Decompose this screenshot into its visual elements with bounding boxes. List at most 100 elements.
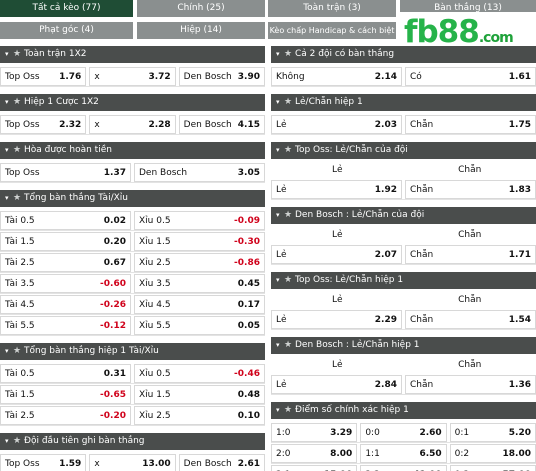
odds-cell[interactable]: Top Oss 2.32 [0,115,87,134]
odds-cell[interactable]: Tài 0.5 0.02 [0,211,131,230]
odds-cell[interactable]: 1:1 6.50 [360,444,447,463]
odds-cell[interactable]: Den Bosch 4.15 [178,115,265,134]
chevron-down-icon[interactable]: ▾ [5,433,13,450]
odds-cell[interactable]: Chẵn 1.83 [405,180,536,199]
chevron-down-icon[interactable]: ▾ [5,190,13,207]
odds-cell[interactable]: Den Bosch 3.90 [178,67,265,86]
tab-handicap[interactable]: Kèo chấp Handicap & cách biệt (3) [268,22,396,52]
odds-cell[interactable]: Tài 2.5 0.67 [0,253,131,272]
star-icon[interactable]: ★ [13,46,24,63]
odds-value: -0.65 [100,389,126,400]
odds-cell[interactable]: 0:357.00 [449,465,536,471]
market-header[interactable]: ▾ ★ Đội đầu tiên ghi bàn thắng [0,433,265,450]
market-header[interactable]: ▾ ★ Điểm số chính xác hiệp 1 [271,402,536,419]
chevron-down-icon[interactable]: ▾ [276,272,284,289]
odds-cell[interactable]: Lẻ 2.84 [271,375,402,394]
chevron-down-icon[interactable]: ▾ [276,46,284,63]
odds-cell[interactable]: Tài 5.5 -0.12 [0,316,131,335]
star-icon[interactable]: ★ [284,46,295,63]
tab-all[interactable]: Tất cả kèo (77) [0,0,133,17]
market-header[interactable]: ▾ ★ Top Oss: Lẻ/Chẵn của đội [271,142,536,159]
market-header[interactable]: ▾ ★ Hiệp 1 Cược 1X2 [0,94,265,111]
chevron-down-icon[interactable]: ▾ [276,402,284,419]
chevron-down-icon[interactable]: ▾ [5,46,13,63]
tab-main[interactable]: Chính (25) [137,0,265,17]
star-icon[interactable]: ★ [284,272,295,289]
odds-cell[interactable]: x 2.28 [89,115,176,134]
odds-cell[interactable]: Chẵn 1.75 [405,115,536,134]
chevron-down-icon[interactable]: ▾ [5,94,13,111]
odds-cell[interactable]: Xỉu 4.5 0.17 [134,295,265,314]
market-header[interactable]: ▾ ★ Top Oss: Lẻ/Chẵn hiệp 1 [271,272,536,289]
market-section: ▾ ★ Tổng bàn thắng hiệp 1 Tài/Xỉu Tài 0.5 0.… [0,343,265,426]
chevron-down-icon[interactable]: ▾ [5,142,13,159]
odds-cell[interactable]: Không 2.14 [271,67,402,86]
odds-cell[interactable]: Xỉu 1.5 -0.30 [134,232,265,251]
column-header: Lẻ [331,165,343,175]
odds-cell[interactable]: Xỉu 5.5 0.05 [134,316,265,335]
odds-cell[interactable]: Lẻ 1.92 [271,180,402,199]
odds-cell[interactable]: 0:1 5.20 [449,423,536,442]
odds-cell[interactable]: Lẻ 2.29 [271,310,402,329]
odds-cell[interactable]: Tài 3.5 -0.60 [0,274,131,293]
star-icon[interactable]: ★ [13,190,24,207]
market-header[interactable]: ▾ ★ Lẻ/Chẵn hiệp 1 [271,94,536,111]
odds-cell[interactable]: Tài 4.5 -0.26 [0,295,131,314]
odds-cell[interactable]: 2:115.00 [271,465,358,471]
market-header[interactable]: ▾ ★ Toàn trận 1X2 [0,46,265,63]
odds-cell[interactable]: Tài 1.5 -0.65 [0,385,131,404]
odds-cell[interactable]: Xỉu 1.5 0.48 [134,385,265,404]
star-icon[interactable]: ★ [284,402,295,419]
market-header[interactable]: ▾ ★ Den Bosch : Lẻ/Chẵn của đội [271,207,536,224]
odds-cell[interactable]: 0:0 2.60 [360,423,447,442]
odds-cell[interactable]: Chẵn 1.36 [405,375,536,394]
market-header[interactable]: ▾ ★ Tổng bàn thắng Tài/Xỉu [0,190,265,207]
market-header[interactable]: ▾ ★ Cả 2 đội có bàn thắng [271,46,536,63]
odds-cell[interactable]: Chẵn 1.71 [405,245,536,264]
odds-cell[interactable]: Top Oss 1.37 [0,163,131,182]
tab-half[interactable]: Hiệp (14) [137,22,265,39]
star-icon[interactable]: ★ [284,337,295,354]
odds-cell[interactable]: Top Oss 1.76 [0,67,87,86]
star-icon[interactable]: ★ [13,94,24,111]
odds-cell[interactable]: x 13.00 [89,454,176,471]
market-header[interactable]: ▾ ★ Hòa được hoàn tiền [0,142,265,159]
odds-cell[interactable]: 2:0 8.00 [271,444,358,463]
star-icon[interactable]: ★ [13,433,24,450]
odds-cell[interactable]: Tài 0.5 0.31 [0,364,131,383]
chevron-down-icon[interactable]: ▾ [276,142,284,159]
odds-cell[interactable]: Den Bosch 2.61 [178,454,265,471]
odds-cell[interactable]: Xỉu 0.5 -0.09 [134,211,265,230]
chevron-down-icon[interactable]: ▾ [276,207,284,224]
odds-cell[interactable]: Chẵn 1.54 [405,310,536,329]
odds-cell[interactable]: 1:0 3.29 [271,423,358,442]
odds-cell[interactable]: Có 1.61 [405,67,536,86]
odds-label: Xỉu 0.5 [139,368,171,379]
odds-cell[interactable]: Lẻ 2.03 [271,115,402,134]
market-header[interactable]: ▾ ★ Den Bosch : Lẻ/Chẵn hiệp 1 [271,337,536,354]
star-icon[interactable]: ★ [284,207,295,224]
star-icon[interactable]: ★ [13,142,24,159]
tab-full-match[interactable]: Toàn trận (3) [268,0,396,17]
odds-cell[interactable]: 2:241.00 [360,465,447,471]
odds-cell[interactable]: Den Bosch 3.05 [134,163,265,182]
tab-corners[interactable]: Phạt góc (4) [0,22,133,39]
odds-cell[interactable]: Xỉu 0.5 -0.46 [134,364,265,383]
chevron-down-icon[interactable]: ▾ [5,343,13,360]
odds-cell[interactable]: x 3.72 [89,67,176,86]
chevron-down-icon[interactable]: ▾ [276,337,284,354]
star-icon[interactable]: ★ [13,343,24,360]
star-icon[interactable]: ★ [284,94,295,111]
odds-cell[interactable]: Lẻ 2.07 [271,245,402,264]
odds-cell[interactable]: Xỉu 2.5 0.10 [134,406,265,425]
odds-cell[interactable]: Tài 2.5 -0.20 [0,406,131,425]
odds-cell[interactable]: Xỉu 3.5 0.45 [134,274,265,293]
chevron-down-icon[interactable]: ▾ [276,94,284,111]
odds-cell[interactable]: 0:2 18.00 [449,444,536,463]
odds-cell[interactable]: Top Oss 1.59 [0,454,87,471]
market-header[interactable]: ▾ ★ Tổng bàn thắng hiệp 1 Tài/Xỉu [0,343,265,360]
odds-cell[interactable]: Tài 1.5 0.20 [0,232,131,251]
market-tabs: Tất cả kèo (77) Chính (25) Toàn trận (3)… [0,0,536,52]
odds-cell[interactable]: Xỉu 2.5 -0.86 [134,253,265,272]
star-icon[interactable]: ★ [284,142,295,159]
